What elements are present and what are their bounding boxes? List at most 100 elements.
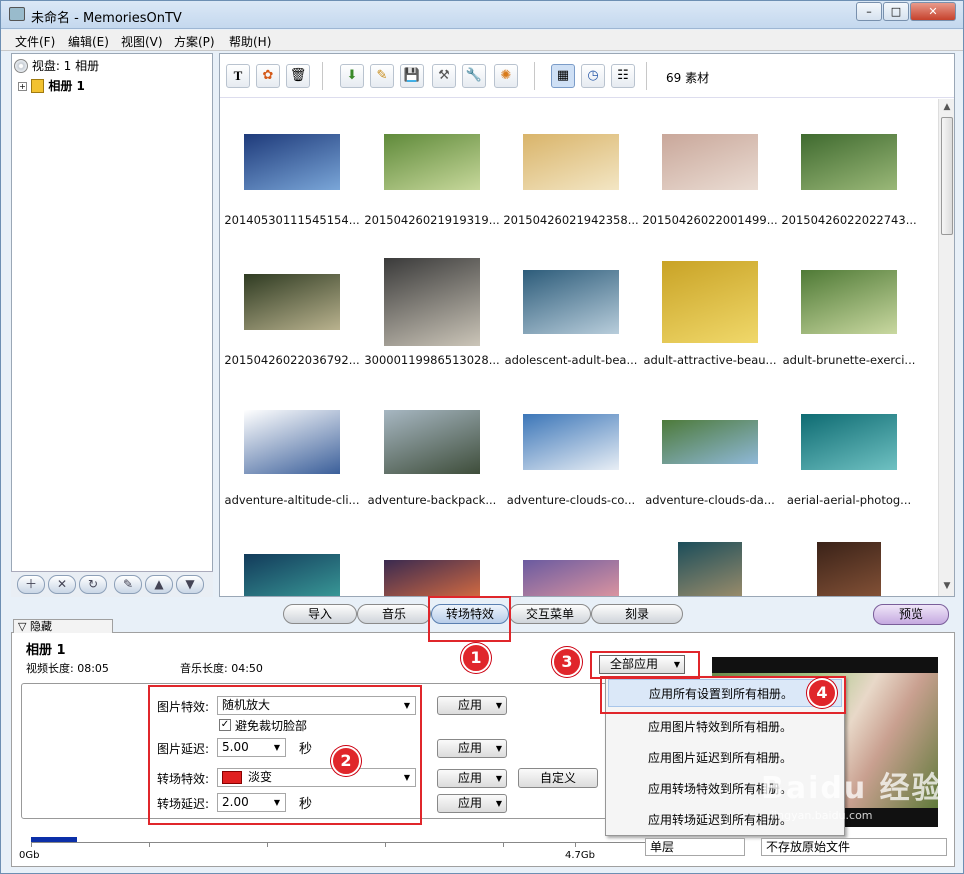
add-album-button[interactable]: ＋ xyxy=(17,575,45,594)
step-badge-4: 4 xyxy=(807,678,837,708)
toolbar-separator xyxy=(322,62,323,90)
move-up-button[interactable]: ▲ xyxy=(145,575,173,594)
rotate-button[interactable]: ↻ xyxy=(79,575,107,594)
disc-capacity-bar xyxy=(21,837,691,847)
move-down-button[interactable]: ▼ xyxy=(176,575,204,594)
menu-project[interactable]: 方案(P) xyxy=(174,33,215,50)
media-thumbnail[interactable]: 20150426022022743... xyxy=(780,109,918,249)
media-thumbnail[interactable]: adventure-clouds-da... xyxy=(641,389,779,529)
wrench-icon[interactable]: 🔧 xyxy=(462,64,486,88)
hide-tab-label: 隐藏 xyxy=(29,620,52,633)
expand-icon[interactable]: + xyxy=(18,82,27,91)
delete-album-button[interactable]: ✕ xyxy=(48,575,76,594)
media-thumbnail[interactable]: 20140530111545154... xyxy=(223,109,361,249)
thumbnail-image xyxy=(244,410,340,474)
media-thumbnail[interactable]: adult-attractive-beau... xyxy=(641,249,779,389)
thumbnail-image xyxy=(662,134,758,190)
apply-label: 应用 xyxy=(458,741,483,755)
media-thumbnail[interactable] xyxy=(641,529,779,596)
timeline-view-icon[interactable]: ◷ xyxy=(581,64,605,88)
media-thumbnail[interactable]: 20150426021942358... xyxy=(502,109,640,249)
maximize-button[interactable]: □ xyxy=(883,2,909,21)
capacity-fill xyxy=(31,837,77,842)
apply-transition-delay-button[interactable]: 应用 ▼ xyxy=(437,794,507,813)
text-icon[interactable]: T xyxy=(226,64,250,88)
media-thumbnail[interactable]: 20150426021919319... xyxy=(363,109,501,249)
menu-edit[interactable]: 编辑(E) xyxy=(68,33,109,50)
thumbnail-view-icon[interactable]: ▦ xyxy=(551,64,575,88)
collapse-triangle-icon: ▽ xyxy=(18,620,30,633)
effects-icon[interactable]: ✺ xyxy=(494,64,518,88)
import-icon[interactable]: ⬇ xyxy=(340,64,364,88)
media-thumbnail[interactable] xyxy=(363,529,501,596)
layer-select[interactable]: 单层 xyxy=(645,838,745,856)
item-count: 69 素材 xyxy=(666,71,710,85)
custom-transition-button[interactable]: 自定义 xyxy=(518,768,598,788)
thumbnail-image xyxy=(384,560,480,596)
album-title: 相册 1 xyxy=(26,643,66,658)
source-file-select[interactable]: 不存放原始文件 xyxy=(761,838,947,856)
highlight-settings xyxy=(148,685,422,825)
list-view-icon[interactable]: ☷ xyxy=(611,64,635,88)
menu-help[interactable]: 帮助(H) xyxy=(229,33,271,50)
app-icon xyxy=(9,7,25,21)
tree-album[interactable]: + 相册 1 xyxy=(18,77,85,94)
tree-toolbar: ＋ ✕ ↻ ✎ ▲ ▼ xyxy=(11,571,213,597)
rename-button[interactable]: ✎ xyxy=(114,575,142,594)
menu-apply-picture-effect[interactable]: 应用图片特效到所有相册。 xyxy=(608,713,842,741)
gear-icon[interactable]: ✿ xyxy=(256,64,280,88)
app-window: 未命名 - MemoriesOnTV – □ ✕ 文件(F) 编辑(E) 视图(… xyxy=(0,0,964,874)
thumbnail-image xyxy=(801,134,897,190)
tools-icon[interactable]: ⚒ xyxy=(432,64,456,88)
close-button[interactable]: ✕ xyxy=(910,2,956,21)
scroll-thumb[interactable] xyxy=(941,117,953,235)
thumbnail-caption: 20150426021919319... xyxy=(364,213,500,227)
capacity-start-label: 0Gb xyxy=(19,850,40,861)
menu-file[interactable]: 文件(F) xyxy=(15,33,55,50)
apply-picture-delay-button[interactable]: 应用 ▼ xyxy=(437,739,507,758)
scroll-up-icon[interactable]: ▲ xyxy=(941,101,953,113)
source-value: 不存放原始文件 xyxy=(766,840,851,854)
media-thumbnail[interactable]: adventure-altitude-cli... xyxy=(223,389,361,529)
media-thumbnail[interactable]: adventure-clouds-co... xyxy=(502,389,640,529)
tick xyxy=(149,843,150,847)
step-badge-1: 1 xyxy=(461,643,491,673)
media-thumbnail[interactable] xyxy=(780,529,918,596)
thumbnail-caption: adolescent-adult-bea... xyxy=(504,353,638,367)
thumbnail-caption: adventure-altitude-cli... xyxy=(224,493,360,507)
media-thumbnail[interactable] xyxy=(502,529,640,596)
media-thumbnail[interactable]: 20150426022001499... xyxy=(641,109,779,249)
minimize-button[interactable]: – xyxy=(856,2,882,21)
toolbar-separator xyxy=(534,62,535,90)
thumbnail-grid: 20140530111545154... 20150426021919319...… xyxy=(220,99,938,596)
toolbar-separator xyxy=(646,62,647,90)
media-thumbnail[interactable]: adventure-backpack... xyxy=(363,389,501,529)
media-thumbnail[interactable]: adolescent-adult-bea... xyxy=(502,249,640,389)
thumbnail-caption: aerial-aerial-photog... xyxy=(786,493,912,507)
media-thumbnail[interactable]: aerial-aerial-photog... xyxy=(780,389,918,529)
chevron-down-icon: ▼ xyxy=(495,774,502,783)
apply-picture-effect-button[interactable]: 应用 ▼ xyxy=(437,696,507,715)
step-badge-3: 3 xyxy=(552,647,582,677)
thumbnail-caption: 20140530111545154... xyxy=(224,213,360,227)
tick xyxy=(31,843,32,847)
edit-photo-icon[interactable]: ✎ xyxy=(370,64,394,88)
menu-view[interactable]: 视图(V) xyxy=(121,33,163,50)
media-thumbnail[interactable]: adult-brunette-exerci... xyxy=(780,249,918,389)
tree-disc[interactable]: 视盘: 1 相册 xyxy=(14,57,99,74)
vertical-scrollbar[interactable]: ▲ ▼ xyxy=(938,99,954,596)
save-photo-icon[interactable]: 💾 xyxy=(400,64,424,88)
media-thumbnail[interactable] xyxy=(223,529,361,596)
chevron-down-icon: ▼ xyxy=(495,744,502,753)
media-thumbnail[interactable]: 20150426022036792... xyxy=(223,249,361,389)
tree-disc-label: 视盘: 1 相册 xyxy=(31,59,100,73)
scroll-down-icon[interactable]: ▼ xyxy=(941,580,953,592)
tick xyxy=(267,843,268,847)
hide-panel-tab[interactable]: ▽ 隐藏 xyxy=(13,619,113,633)
media-thumbnail[interactable]: 30000119986513028... xyxy=(363,249,501,389)
apply-transition-button[interactable]: 应用 ▼ xyxy=(437,769,507,788)
trash-icon[interactable]: 🗑 xyxy=(286,64,310,88)
menu-bar: 文件(F) 编辑(E) 视图(V) 方案(P) 帮助(H) xyxy=(1,30,963,51)
capacity-track xyxy=(31,837,691,843)
thumbnail-caption: adult-brunette-exerci... xyxy=(782,353,916,367)
